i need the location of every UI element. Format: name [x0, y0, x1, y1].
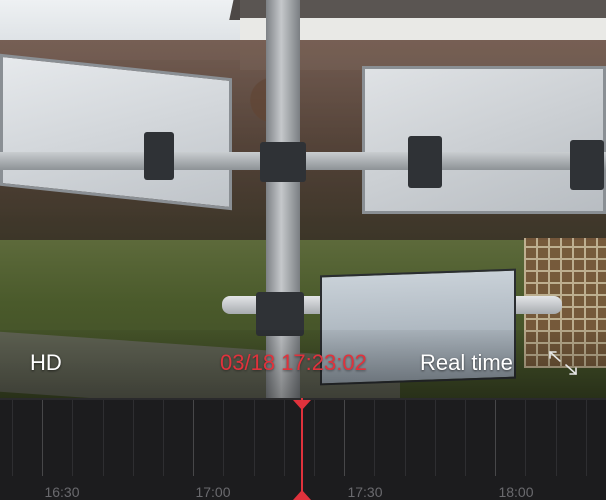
timeline-tick	[193, 400, 194, 476]
timeline-tick	[405, 400, 406, 476]
timeline-tick	[254, 400, 255, 476]
panel-bracket-left	[144, 132, 174, 180]
timeline-playhead[interactable]	[301, 398, 303, 500]
timeline-tick	[72, 400, 73, 476]
timeline-tick	[465, 400, 466, 476]
timeline-tick	[223, 400, 224, 476]
timeline-tick	[586, 400, 587, 476]
timeline-label: 17:30	[347, 484, 383, 500]
timeline-tick	[525, 400, 526, 476]
fullscreen-icon[interactable]	[546, 348, 580, 378]
timeline-ticks	[0, 400, 606, 476]
solar-panel-right	[362, 66, 606, 214]
camera-video-feed[interactable]	[0, 0, 606, 398]
panel-bracket-right	[408, 136, 442, 188]
quality-toggle-button[interactable]: HD	[30, 350, 62, 376]
timeline-label: 18:00	[498, 484, 534, 500]
playhead-top-marker	[293, 400, 311, 410]
timeline-tick	[103, 400, 104, 476]
playhead-bottom-marker	[293, 490, 311, 500]
timeline-tick	[42, 400, 43, 476]
timeline-tick	[556, 400, 557, 476]
timeline-label: 17:00	[195, 484, 231, 500]
timeline-tick	[374, 400, 375, 476]
timeline-tick	[495, 400, 496, 476]
timeline-tick	[435, 400, 436, 476]
current-timestamp: 03/18 17:23:02	[220, 350, 367, 375]
timeline-tick	[163, 400, 164, 476]
panel-bracket-far-right	[570, 140, 604, 190]
timeline-tick	[344, 400, 345, 476]
realtime-button[interactable]: Real time	[420, 350, 513, 376]
timeline-tick	[133, 400, 134, 476]
timeline-label: 16:30	[44, 484, 80, 500]
playback-timeline[interactable]: 16:30 17:00 17:30 18:00	[0, 398, 606, 500]
pole-clamp-upper	[260, 142, 306, 182]
timeline-tick	[284, 400, 285, 476]
timeline-tick	[12, 400, 13, 476]
timeline-tick	[314, 400, 315, 476]
solar-panel-left	[0, 53, 232, 211]
